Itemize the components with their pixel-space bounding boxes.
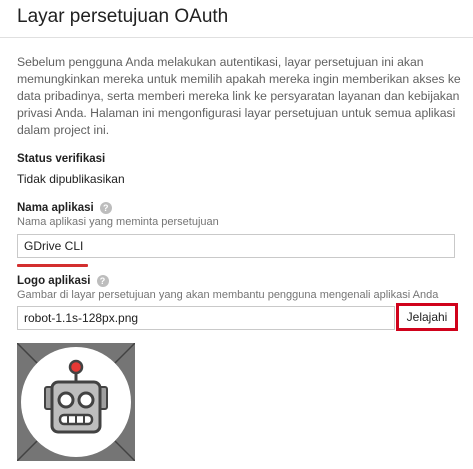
- logo-file-input[interactable]: robot-1.1s-128px.png: [17, 306, 395, 330]
- app-name-label: Nama aplikasi ?: [17, 202, 112, 214]
- app-name-label-text: Nama aplikasi: [17, 202, 94, 214]
- logo-file-name: robot-1.1s-128px.png: [24, 311, 139, 325]
- logo-preview: [17, 343, 135, 461]
- browse-button[interactable]: Jelajahi: [396, 303, 458, 331]
- page-description: Sebelum pengguna Anda melakukan autentik…: [17, 55, 461, 137]
- app-name-highlight-underline: [17, 264, 88, 267]
- robot-icon: [17, 343, 135, 461]
- help-icon[interactable]: ?: [96, 275, 109, 287]
- verification-status-label: Status verifikasi: [17, 153, 105, 165]
- page-title: Layar persetujuan OAuth: [17, 6, 229, 27]
- help-icon[interactable]: ?: [99, 202, 112, 214]
- app-name-input[interactable]: GDrive CLI: [17, 234, 455, 258]
- app-logo-label-text: Logo aplikasi: [17, 275, 91, 287]
- app-logo-label: Logo aplikasi ?: [17, 275, 109, 287]
- app-name-input-value: GDrive CLI: [24, 239, 84, 253]
- verification-status-value: Tidak dipublikasikan: [17, 172, 125, 186]
- verification-status-label-text: Status verifikasi: [17, 153, 106, 165]
- app-name-hint: Nama aplikasi yang meminta persetujuan: [17, 216, 219, 228]
- app-logo-hint: Gambar di layar persetujuan yang akan me…: [17, 289, 439, 301]
- header-divider: [0, 37, 473, 38]
